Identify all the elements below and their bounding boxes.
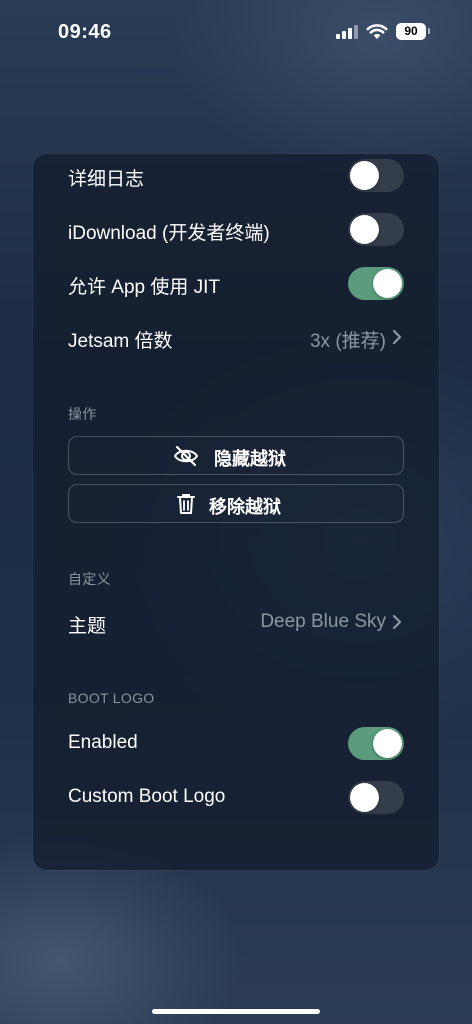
status-bar: 09:46 90	[0, 0, 472, 64]
trash-icon	[177, 494, 195, 514]
remove-jailbreak-label: 移除越狱	[209, 497, 281, 517]
idownload-label: iDownload (开发者终端)	[68, 223, 270, 244]
boot-logo-header: BOOT LOGO	[68, 690, 155, 706]
chevron-right-icon	[392, 329, 402, 345]
idownload-toggle[interactable]	[348, 213, 404, 246]
theme-value: Deep Blue Sky	[260, 611, 386, 632]
remove-jailbreak-button[interactable]: 移除越狱	[68, 484, 404, 523]
home-indicator[interactable]	[152, 1009, 320, 1014]
clock: 09:46	[58, 21, 112, 43]
cellular-signal-icon	[336, 25, 358, 39]
custom-boot-logo-row: Custom Boot Logo	[68, 777, 404, 817]
hide-jailbreak-button[interactable]: 隐藏越狱	[68, 436, 404, 475]
custom-boot-logo-toggle[interactable]	[348, 781, 404, 814]
allow-jit-toggle[interactable]	[348, 267, 404, 300]
verbose-log-row: 详细日志	[68, 155, 404, 195]
jetsam-row[interactable]: Jetsam 倍数 3x (推荐)	[68, 317, 404, 357]
allow-jit-label: 允许 App 使用 JIT	[68, 277, 221, 298]
actions-header: 操作	[68, 406, 97, 422]
theme-row[interactable]: 主题 Deep Blue Sky	[68, 602, 404, 642]
verbose-log-toggle[interactable]	[348, 159, 404, 192]
eye-slash-icon	[173, 445, 199, 467]
jetsam-label: Jetsam 倍数	[68, 331, 173, 352]
theme-label: 主题	[68, 616, 107, 637]
boot-logo-enabled-row: Enabled	[68, 723, 404, 763]
allow-jit-row: 允许 App 使用 JIT	[68, 263, 404, 303]
jetsam-value: 3x (推荐)	[309, 331, 386, 352]
chevron-right-icon	[392, 614, 402, 630]
verbose-log-label: 详细日志	[68, 169, 145, 190]
hide-jailbreak-label: 隐藏越狱	[214, 449, 286, 469]
boot-logo-enabled-toggle[interactable]	[348, 727, 404, 760]
battery-nub	[428, 28, 430, 34]
battery-icon: 90	[396, 23, 426, 40]
wifi-icon	[366, 24, 388, 39]
idownload-row: iDownload (开发者终端)	[68, 209, 404, 249]
custom-boot-logo-label: Custom Boot Logo	[68, 786, 226, 807]
customize-header: 自定义	[68, 571, 111, 587]
boot-logo-enabled-label: Enabled	[68, 732, 138, 753]
